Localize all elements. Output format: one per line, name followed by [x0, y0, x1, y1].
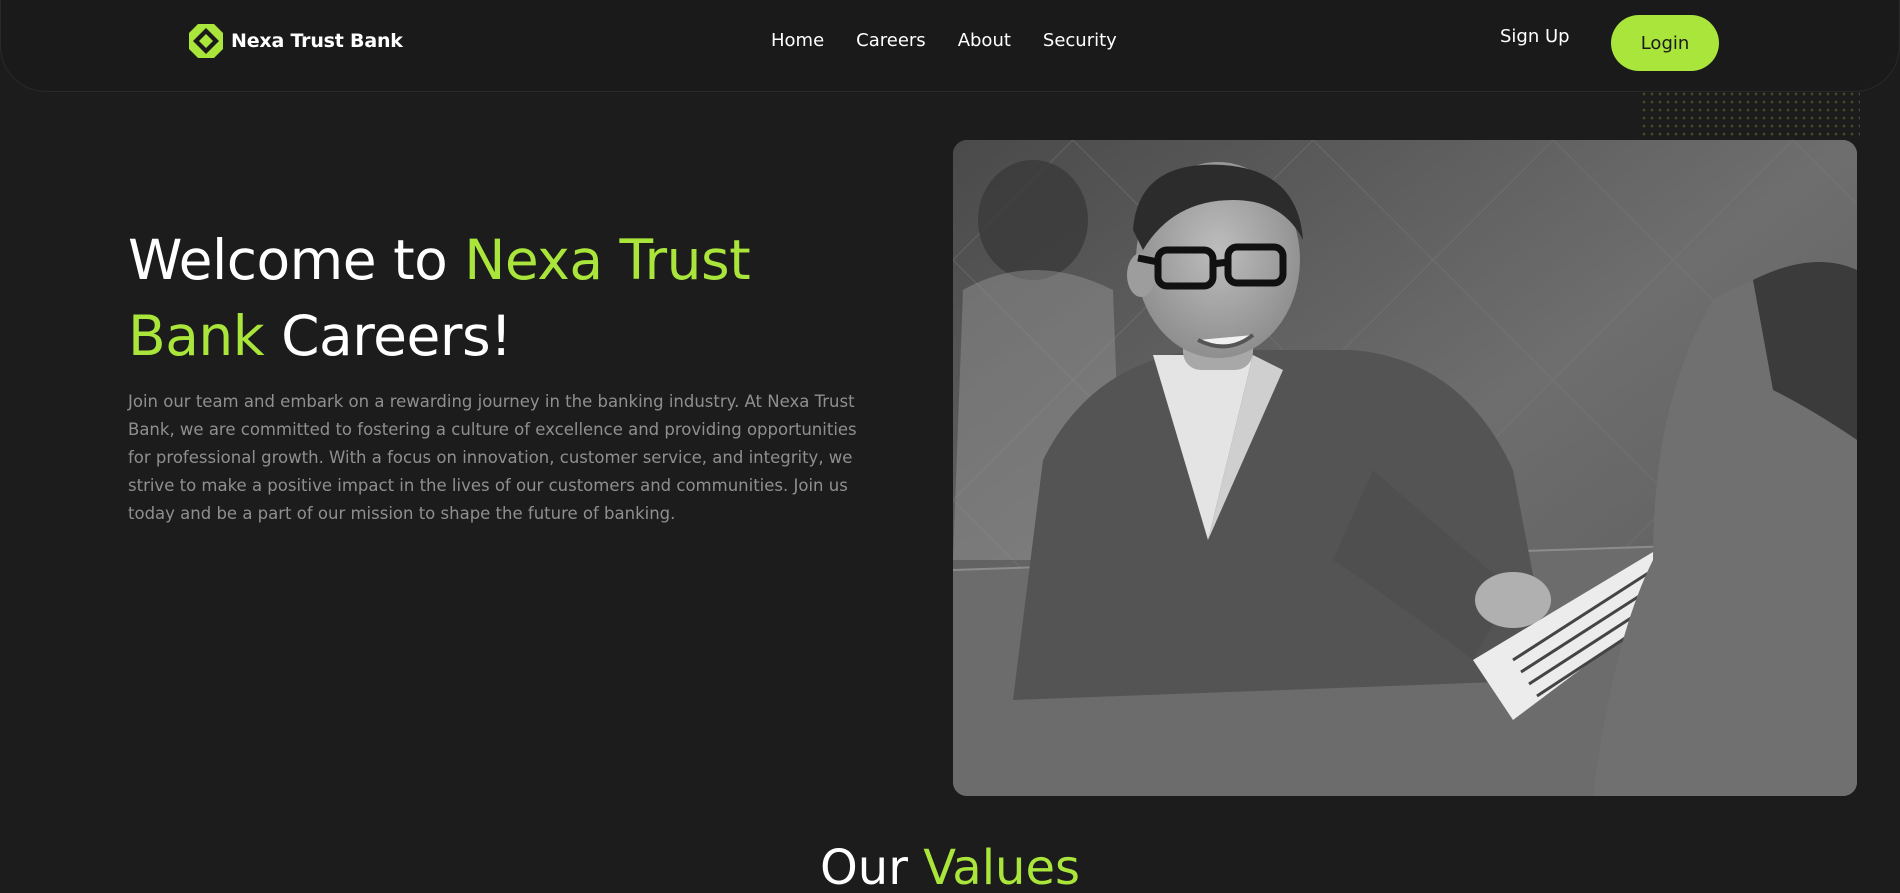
nav-careers-link[interactable]: Careers	[856, 30, 926, 51]
brand-logo-link[interactable]: Nexa Trust Bank	[189, 24, 403, 58]
hero-description: Join our team and embark on a rewarding …	[128, 392, 857, 523]
values-section-title: Our Values	[0, 838, 1900, 893]
top-navbar: Nexa Trust Bank Home Careers About Secur…	[0, 0, 1900, 92]
login-button[interactable]: Login	[1611, 15, 1719, 71]
dot-pattern-decoration	[1640, 90, 1860, 140]
main-nav: Home Careers About Security	[771, 30, 1117, 51]
nav-security-link[interactable]: Security	[1043, 30, 1117, 51]
brand-logo-icon	[189, 24, 223, 58]
values-title-accent: Values	[923, 840, 1081, 893]
hero-title: Welcome to Nexa Trust Bank Careers!	[128, 222, 768, 374]
nav-home-link[interactable]: Home	[771, 30, 824, 51]
hero-title-part1: Welcome to	[128, 228, 465, 292]
hero-photo-banker-meeting	[953, 140, 1857, 796]
values-title-part1: Our	[819, 840, 924, 893]
signup-link[interactable]: Sign Up	[1500, 26, 1570, 47]
hero-title-part2: Careers!	[264, 304, 512, 368]
careers-page: Nexa Trust Bank Home Careers About Secur…	[0, 0, 1900, 893]
brand-name: Nexa Trust Bank	[231, 30, 403, 52]
nav-about-link[interactable]: About	[958, 30, 1011, 51]
